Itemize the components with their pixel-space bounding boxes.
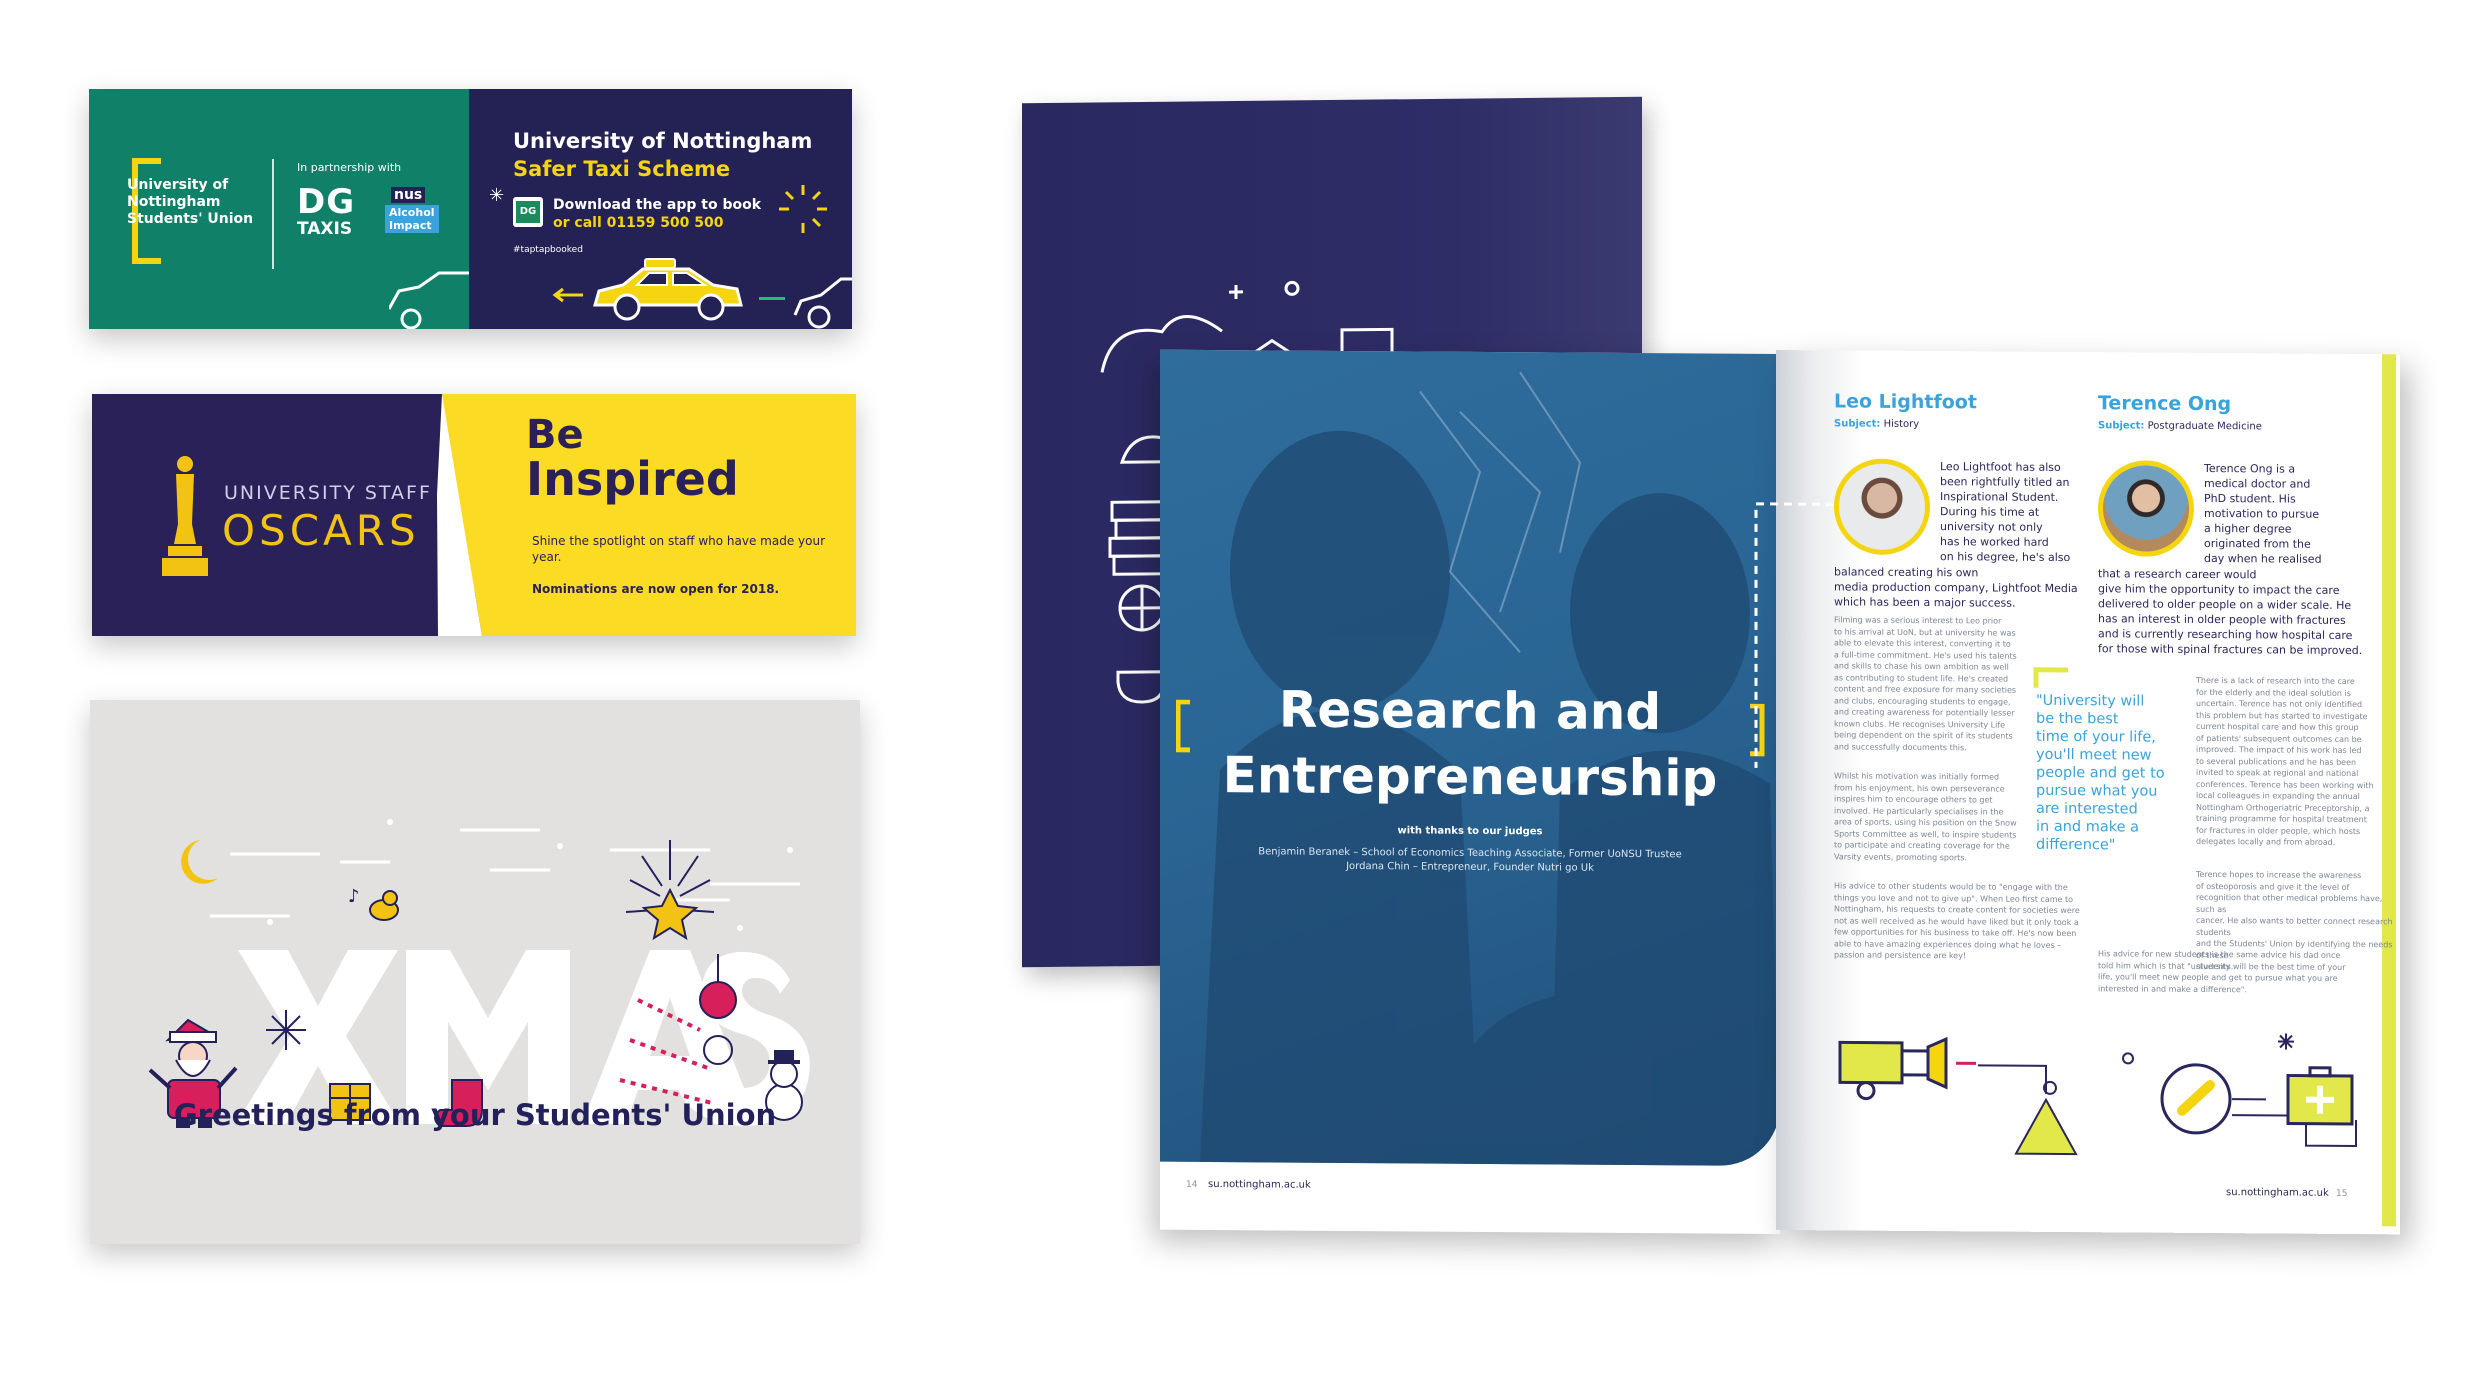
nus-logo: nus [391,187,426,203]
taxi-banner: University of Nottingham Students' Union… [89,89,852,329]
dg-logo: DG [297,182,356,222]
oscar-statue-icon [162,456,208,576]
person1-para2: Whilst his motivation was initially form… [1834,771,2017,862]
person2-intro: Terence Ong is a medical doctor and PhD s… [2204,461,2322,566]
moon-icon [181,840,218,884]
xmas-card: ♪ Greetings from your Students' Union [90,700,860,1244]
download-app-text: Download the app to book [553,197,762,213]
person1-para3: His advice to other students would be to… [1834,881,2080,961]
page-illustrations [1838,1033,2357,1156]
mountain-icon [2014,1080,2078,1156]
video-camera-icon [1838,1036,1976,1101]
alcohol-impact-logo: Alcohol Impact [385,205,439,233]
xmas-illustration: ♪ [148,819,810,1128]
xmas-greeting: Greetings from your Students' Union [173,1098,777,1132]
taxi-banner-left-panel: University of Nottingham Students' Union… [89,89,469,329]
oscars-small-title: UNIVERSITY STAFF [224,482,432,504]
person2-subject: Subject: Postgraduate Medicine [2098,420,2262,433]
oscars-body-line1: Shine the spotlight on staff who have ma… [532,534,826,548]
arrow-left-icon [552,287,583,303]
taxi-banner-right-panel: University of Nottingham Safer Taxi Sche… [469,89,852,329]
open-spread: Research and Entrepreneurship with thank… [1160,349,2400,1241]
burst-icon [779,185,827,233]
taxi-title: University of Nottingham [513,129,813,153]
music-note-icon: ♪ [348,886,360,907]
person1-intro-cont: balanced creating his own media productio… [1834,565,2078,610]
snowflake-icon [266,1010,306,1050]
taxi-outline-icon [389,271,469,329]
hashtag-text: #taptapbooked [513,245,583,255]
star-icon [641,887,699,941]
person1-intro: Leo Lightfoot has also been rightfully ti… [1940,460,2071,565]
cover-title-line1: Research and [1278,680,1662,742]
oscars-banner: UNIVERSITY STAFF OSCARS Be Inspired Shin… [92,394,856,636]
nominations-text: Nominations are now open for 2018. [532,582,780,596]
inspired-heading: Inspired [526,452,739,506]
dg-app-icon: DG [513,197,543,227]
left-page-number: 14 [1186,1179,1198,1190]
right-page-number: 15 [2336,1188,2348,1199]
xray-bone-icon [2160,1063,2232,1135]
left-page: Research and Entrepreneurship with thank… [1160,349,1780,1234]
magazine-mockup: Research and Entrepreneurship with thank… [1020,96,2420,1278]
sparkle-icon: ✳ [489,185,505,206]
cover-photo: Research and Entrepreneurship with thank… [1160,349,1780,1166]
dg-taxis-label: TAXIS [297,219,353,239]
person2-avatar [2098,460,2194,557]
person2-para3: His advice for new students is the same … [2098,949,2346,994]
partnership-label: In partnership with [297,161,402,174]
pull-quote: "University will be the best time of your … [2036,692,2165,854]
left-footer-url: su.nottingham.ac.uk [1208,1179,1311,1191]
bird-icon [369,890,399,921]
motion-line [759,297,785,300]
call-number-text: or call 01159 500 500 [553,215,724,231]
person2-name: Terence Ong [2098,392,2232,416]
person1-name: Leo Lightfoot [1834,390,1977,414]
right-footer-url: su.nottingham.ac.uk [2226,1187,2329,1199]
right-page: Leo Lightfoot Subject: History Leo Light… [1754,349,2400,1235]
person2-para1: There is a lack of research into the car… [2196,675,2374,847]
first-aid-icon [2286,1066,2354,1126]
taxi-subtitle: Safer Taxi Scheme [513,157,731,181]
connector-line [1754,502,1834,768]
person2-intro-cont: that a research career would give him the… [2098,567,2363,658]
divider [272,159,274,269]
quote-bracket-icon [2033,667,2068,688]
yellow-taxi-icon [593,258,743,321]
person1-subject: Subject: History [1834,418,1920,430]
oscars-big-title: OSCARS [222,506,420,555]
taxi-outline-right-icon [793,277,852,329]
union-logo-text: University of Nottingham Students' Union [127,177,254,227]
person1-para1: Filming was a serious interest to Leo pr… [1834,615,2017,752]
person1-avatar [1834,458,1930,556]
oscars-body-line2: year. [532,550,562,564]
cover-title-line2: Entrepreneurship [1222,746,1718,808]
